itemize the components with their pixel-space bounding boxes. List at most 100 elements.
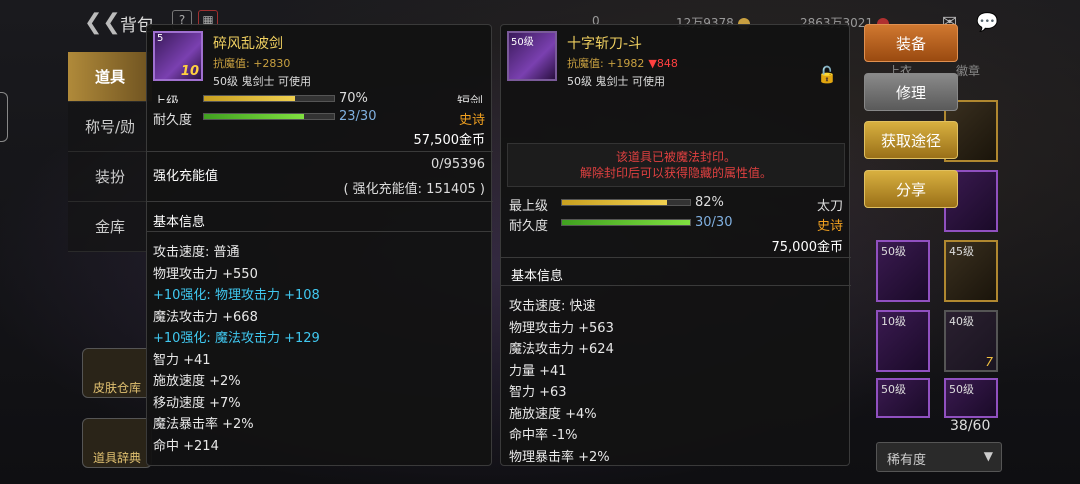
slot-level: 50级 (949, 383, 974, 396)
chat-icon[interactable]: 💬 (976, 12, 998, 33)
lock-icon[interactable]: 🔓 (817, 65, 837, 84)
stat-line: 物理攻击力 +563 (509, 321, 614, 336)
sidebar-item-vault[interactable]: 金库 (68, 202, 152, 252)
durability-bar-fill (562, 220, 690, 225)
stat-line: 攻击速度: 快速 (509, 299, 596, 314)
skin-storage-label: 皮肤仓库 (92, 381, 141, 395)
grade-bar-fill (204, 96, 295, 101)
obtain-route-button[interactable]: 获取途径 (864, 121, 958, 159)
item-name: 十字斩刀-斗 (567, 36, 643, 52)
divider (147, 151, 493, 152)
inventory-count: 38/60 (950, 418, 991, 434)
grade-bar (561, 199, 691, 206)
resist-diff: ▼848 (648, 57, 678, 70)
seal-notice: 该道具已被魔法封印。 解除封印后可以获得隐藏的属性值。 (507, 143, 845, 187)
katana-icon: 50级 (507, 31, 557, 81)
enhance-stat-line: +10强化: 魔法攻击力 +129 (153, 331, 320, 346)
seal-line-2: 解除封印后可以获得隐藏的属性值。 (579, 166, 772, 180)
item-name: 碎风乱波剑 (213, 36, 283, 52)
rarity-label: 史诗 (459, 113, 486, 128)
equipped-item-tooltip: 5 10 碎风乱波剑 抗魔值: +2830 50级 鬼剑士 可使用 上级 70%… (146, 24, 493, 466)
equip-button[interactable]: 装备 (864, 24, 958, 62)
dropdown-arrow-icon: ▼ (983, 449, 993, 463)
stat-line: 命中率 -1% (509, 428, 578, 443)
rarity-sort-select[interactable]: 稀有度 ▼ (876, 442, 1002, 472)
inventory-slot[interactable]: 40级 7 (944, 310, 998, 372)
stat-line: 施放速度 +4% (509, 407, 597, 422)
enhance-level: 10 (180, 64, 199, 79)
sidebar-item-avatar[interactable]: 装扮 (68, 152, 152, 202)
back-arrow-icon[interactable]: ❮❮ (84, 10, 121, 35)
sidebar-item-items[interactable]: 道具 (68, 52, 152, 102)
durability-bar-fill (204, 114, 305, 119)
stat-line: 施放速度 +2% (153, 374, 241, 389)
inventory-slot[interactable]: 50级 (944, 378, 998, 418)
grade-bar-fill (562, 200, 667, 205)
stat-line: 智力 +63 (509, 385, 567, 400)
divider (147, 231, 493, 232)
tab-badge[interactable]: 徽章 (956, 62, 980, 79)
stat-line: 魔法攻击力 +624 (509, 342, 614, 357)
charge-value: 0/95396 (430, 157, 485, 172)
slot-level: 45级 (949, 245, 974, 258)
item-resist: 抗魔值: +2830 (213, 57, 291, 70)
divider (501, 257, 851, 258)
item-dictionary-label: 道具辞典 (92, 451, 141, 465)
grade-percent: 82% (695, 195, 724, 210)
stat-line: 物理暴击率 +2% (509, 450, 610, 465)
stat-line: 智力 +41 (153, 353, 211, 368)
skin-storage-button[interactable]: 皮肤仓库 (82, 348, 152, 398)
stat-line: 物理攻击力 +550 (153, 267, 258, 282)
resist-value: 抗魔值: +1982 (567, 57, 645, 70)
sell-price: 75,000金币 (771, 240, 844, 255)
slot-level: 10级 (881, 315, 906, 328)
stat-line: 命中 +214 (153, 439, 219, 454)
durability-value: 30/30 (695, 215, 733, 230)
repair-button[interactable]: 修理 (864, 73, 958, 111)
compare-item-tooltip: 50级 十字斩刀-斗 抗魔值: +1982 ▼848 50级 鬼剑士 可使用 🔓 … (500, 24, 851, 466)
slot-level: 40级 (949, 315, 974, 328)
stat-line: 魔法攻击力 +668 (153, 310, 258, 325)
slot-count: 7 (985, 355, 993, 369)
stat-line: 移动速度 +7% (153, 396, 241, 411)
stat-line: 魔法暴击率 +2% (153, 417, 254, 432)
rarity-label: 史诗 (816, 219, 843, 234)
grade-bar (203, 95, 335, 102)
stat-line: 力量 +41 (509, 364, 567, 379)
durability-value: 23/30 (339, 109, 377, 124)
weapon-type: 太刀 (816, 199, 843, 214)
charge-label: 强化充能值 (153, 169, 219, 184)
durability-bar (561, 219, 691, 226)
item-resist: 抗魔值: +1982 ▼848 (567, 55, 678, 71)
seal-line-1: 该道具已被魔法封印。 (615, 150, 736, 164)
durability-label: 耐久度 (509, 219, 549, 234)
divider (501, 285, 851, 286)
slot-level: 50级 (881, 383, 906, 396)
basic-info-title: 基本信息 (511, 269, 564, 284)
item-level-badge: 50级 (511, 37, 534, 48)
item-requirement: 50级 鬼剑士 可使用 (567, 75, 665, 88)
item-level-badge: 5 (157, 33, 164, 44)
item-dictionary-button[interactable]: 道具辞典 (82, 418, 152, 468)
inventory-slot[interactable]: 10级 (876, 310, 930, 372)
grade-percent: 70% (339, 91, 368, 103)
share-button[interactable]: 分享 (864, 170, 958, 208)
inventory-slot[interactable]: 50级 (876, 240, 930, 302)
sidebar: 道具 称号/勋 装扮 金库 (68, 52, 152, 252)
durability-label: 耐久度 (153, 113, 193, 128)
enhance-stat-line: +10强化: 物理攻击力 +108 (153, 288, 320, 303)
item-requirement: 50级 鬼剑士 可使用 (213, 75, 311, 88)
divider (147, 201, 493, 202)
inventory-slot[interactable]: 50级 (876, 378, 930, 418)
stat-line: 攻击速度: 普通 (153, 245, 240, 260)
rarity-select-label: 稀有度 (887, 453, 927, 468)
slot-level: 50级 (881, 245, 906, 258)
basic-info-title: 基本信息 (153, 215, 206, 230)
inventory-slot[interactable]: 45级 (944, 240, 998, 302)
grade-label: 上级 (153, 95, 180, 103)
side-drawer-handle[interactable] (0, 92, 8, 142)
sell-price: 57,500金币 (413, 133, 486, 148)
grade-label: 最上级 (509, 199, 549, 214)
sword-icon: 5 10 (153, 31, 203, 81)
sidebar-item-titles[interactable]: 称号/勋 (68, 102, 152, 152)
